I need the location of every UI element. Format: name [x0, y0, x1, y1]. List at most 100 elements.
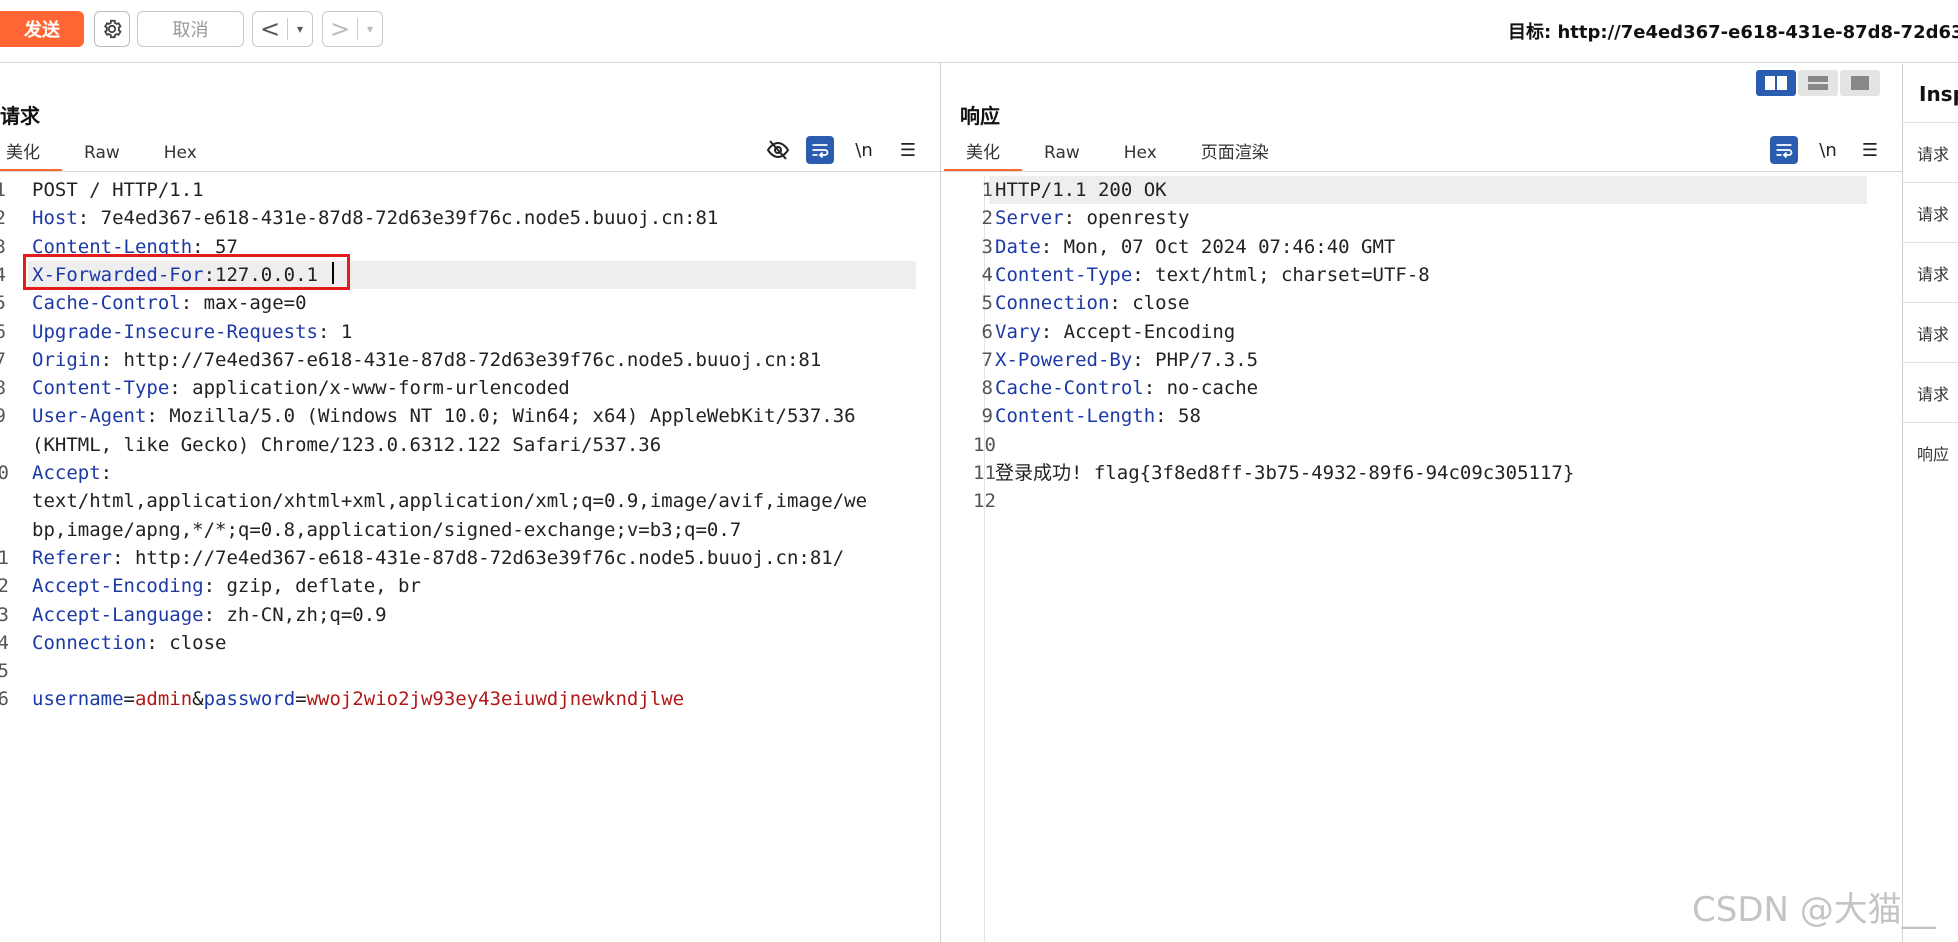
- back-arrow-icon[interactable]: <: [253, 14, 287, 44]
- tab-raw[interactable]: Raw: [1022, 137, 1102, 169]
- code-line[interactable]: (KHTML, like Gecko) Chrome/123.0.6312.12…: [32, 431, 661, 459]
- tab-pretty[interactable]: 美化: [0, 137, 62, 172]
- chevron-down-icon[interactable]: ▾: [358, 22, 382, 36]
- header-name: username: [32, 688, 124, 711]
- code-line[interactable]: Connection: close: [32, 629, 226, 657]
- code-line[interactable]: Accept:: [32, 459, 112, 487]
- forward-button-group[interactable]: > ▾: [322, 11, 383, 47]
- newline-icon[interactable]: \n: [850, 136, 878, 164]
- inspector-panel: Insp 请求请求请求请求请求响应: [1902, 64, 1958, 942]
- code-line[interactable]: X-Powered-By: PHP/7.3.5: [995, 346, 1258, 374]
- header-name: Referer: [32, 546, 113, 569]
- code-line[interactable]: Server: openresty: [995, 204, 1189, 232]
- header-value: : gzip, deflate, br: [203, 575, 421, 598]
- code-line[interactable]: Cache-Control: no-cache: [995, 374, 1258, 402]
- header-name: Accept-Encoding: [32, 575, 204, 598]
- code-line[interactable]: Content-Length: 58: [995, 402, 1201, 430]
- tab-pretty[interactable]: 美化: [944, 137, 1022, 172]
- code-line[interactable]: 登录成功! flag{3f8ed8ff-3b75-4932-89f6-94c09…: [995, 459, 1574, 487]
- cancel-button[interactable]: 取消: [137, 11, 244, 47]
- line-number: 4: [0, 263, 6, 286]
- back-button-group[interactable]: < ▾: [252, 11, 313, 47]
- header-name: Date: [995, 235, 1041, 258]
- newline-icon[interactable]: \n: [1814, 136, 1842, 164]
- line-number: 1: [0, 179, 6, 201]
- code-line[interactable]: Date: Mon, 07 Oct 2024 07:46:40 GMT: [995, 233, 1395, 261]
- wrap-lines-icon[interactable]: [1770, 136, 1798, 164]
- inspector-item-label: 响应: [1917, 445, 1950, 464]
- header-value: (KHTML, like Gecko) Chrome/123.0.6312.12…: [32, 433, 662, 456]
- send-button[interactable]: 发送: [0, 11, 84, 47]
- settings-button[interactable]: [94, 11, 130, 47]
- header-name: Content-Length: [995, 405, 1156, 428]
- target-url[interactable]: 目标: http://7e4ed367-e618-431e-87d8-72d63…: [1508, 18, 1958, 44]
- inspector-item[interactable]: 请求: [1903, 302, 1958, 361]
- code-line[interactable]: Upgrade-Insecure-Requests: 1: [32, 318, 352, 346]
- line-number: 6: [981, 320, 993, 343]
- code-line[interactable]: Origin: http://7e4ed367-e618-431e-87d8-7…: [32, 346, 821, 374]
- line-number: 2: [0, 207, 6, 230]
- header-name: Cache-Control: [32, 292, 181, 315]
- response-editor[interactable]: 1 HTTP/1.1 200 OK 2 Server: openresty 3 Date:…: [941, 176, 1902, 942]
- header-name: Connection: [32, 631, 147, 654]
- inspector-item[interactable]: 请求: [1903, 122, 1958, 181]
- columns-icon: [1765, 76, 1787, 90]
- code-line[interactable]: Connection: close: [995, 289, 1189, 317]
- line-number: 3: [0, 235, 6, 258]
- tab-divider: [941, 171, 1902, 172]
- header-value: : max-age=0: [180, 292, 307, 315]
- stacked-view-button[interactable]: [1798, 70, 1838, 96]
- code-line[interactable]: Content-Type: text/html; charset=UTF-8: [995, 261, 1430, 289]
- code-line[interactable]: Referer: http://7e4ed367-e618-431e-87d8-…: [32, 544, 844, 572]
- header-value: : Accept-Encoding: [1040, 320, 1236, 343]
- header-name: Cache-Control: [995, 377, 1144, 400]
- line-number: 7: [981, 348, 993, 371]
- menu-icon[interactable]: ☰: [894, 136, 922, 164]
- chevron-down-icon[interactable]: ▾: [288, 22, 312, 36]
- menu-icon[interactable]: ☰: [1856, 136, 1884, 164]
- line-number: 12: [973, 490, 996, 513]
- code-line[interactable]: HTTP/1.1 200 OK: [995, 176, 1167, 204]
- header-value: text/html,application/xhtml+xml,applicat…: [32, 490, 868, 513]
- code-line[interactable]: Host: 7e4ed367-e618-431e-87d8-72d63e39f7…: [32, 204, 718, 232]
- tab-render[interactable]: 页面渲染: [1179, 137, 1291, 169]
- inspector-item-label: 请求: [1917, 205, 1950, 224]
- code-line[interactable]: User-Agent: Mozilla/5.0 (Windows NT 10.0…: [32, 402, 856, 430]
- code-line[interactable]: bp,image/apng,*/*;q=0.8,application/sign…: [32, 516, 741, 544]
- inspector-item[interactable]: 请求: [1903, 362, 1958, 421]
- header-value: 登录成功! flag{3f8ed8ff-3b75-4932-89f6-94c09…: [995, 462, 1575, 484]
- header-name: Content-Type: [995, 263, 1133, 286]
- hide-eye-icon[interactable]: [764, 136, 792, 164]
- split-view-button[interactable]: [1756, 70, 1796, 96]
- header-value: : PHP/7.3.5: [1132, 348, 1259, 371]
- line-number: 1: [981, 179, 993, 201]
- tab-raw[interactable]: Raw: [62, 137, 142, 169]
- code-line[interactable]: Accept-Encoding: gzip, deflate, br: [32, 572, 421, 600]
- watermark: CSDN @大猫__: [1692, 890, 1936, 930]
- inspector-item[interactable]: 请求: [1903, 182, 1958, 241]
- code-line[interactable]: Vary: Accept-Encoding: [995, 318, 1235, 346]
- tab-hex[interactable]: Hex: [142, 137, 219, 169]
- header-value: HTTP/1.1 200 OK: [995, 179, 1167, 201]
- forward-arrow-icon[interactable]: >: [323, 14, 357, 44]
- line-number: 2: [981, 207, 993, 230]
- request-editor[interactable]: 1 POST / HTTP/1.1 2 Host: 7e4ed367-e618-431…: [0, 176, 940, 942]
- code-line[interactable]: Cache-Control: max-age=0: [32, 289, 307, 317]
- code-line[interactable]: POST / HTTP/1.1: [32, 176, 204, 204]
- header-value: : application/x-www-form-urlencoded: [169, 377, 570, 400]
- header-name: X-Powered-By: [995, 348, 1133, 371]
- code-line[interactable]: text/html,application/xhtml+xml,applicat…: [32, 487, 867, 515]
- code-line[interactable]: username=admin&password=wwoj2wio2jw93ey4…: [32, 685, 684, 713]
- inspector-item-label: 请求: [1917, 325, 1950, 344]
- line-number: 14: [0, 631, 9, 654]
- wrap-lines-icon[interactable]: [806, 136, 834, 164]
- inspector-item[interactable]: 响应: [1903, 422, 1958, 481]
- code-line[interactable]: Accept-Language: zh-CN,zh;q=0.9: [32, 601, 387, 629]
- header-value: : close: [1109, 292, 1190, 315]
- inspector-item[interactable]: 请求: [1903, 242, 1958, 301]
- header-name: User-Agent: [32, 405, 147, 428]
- header-value: : http://7e4ed367-e618-431e-87d8-72d63e3…: [100, 348, 822, 371]
- code-line[interactable]: Content-Type: application/x-www-form-url…: [32, 374, 570, 402]
- single-view-button[interactable]: [1840, 70, 1880, 96]
- tab-hex[interactable]: Hex: [1102, 137, 1179, 169]
